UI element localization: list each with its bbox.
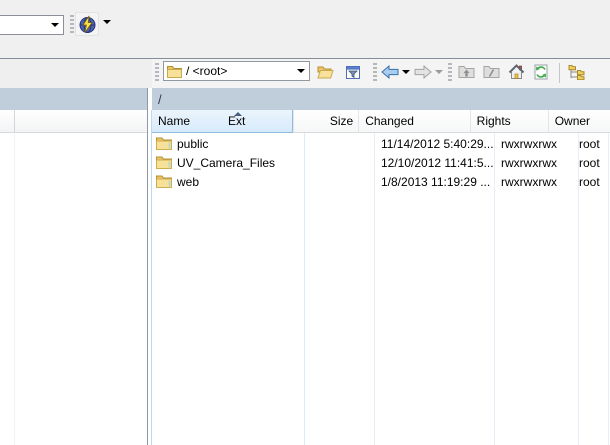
remote-toolbar: / <root> bbox=[152, 59, 610, 88]
remote-path-combo-value: / <root> bbox=[182, 64, 297, 78]
parent-directory-button[interactable] bbox=[455, 61, 477, 83]
parent-directory-icon bbox=[458, 65, 475, 79]
root-directory-button[interactable] bbox=[480, 61, 502, 83]
column-header-ext-label[interactable]: Ext bbox=[228, 114, 245, 128]
file-owner: root bbox=[579, 153, 610, 172]
file-changed: 1/8/2013 11:19:29 ... bbox=[381, 172, 493, 191]
file-changed: 12/10/2012 11:41:5... bbox=[381, 153, 493, 172]
column-header-name-label[interactable]: Name bbox=[152, 114, 190, 128]
home-directory-icon bbox=[508, 64, 525, 80]
column-gridline bbox=[14, 133, 15, 445]
file-row[interactable]: web 1/8/2013 11:19:29 ... rwxrwxrwx root bbox=[152, 172, 610, 191]
local-column-headers[interactable] bbox=[0, 110, 147, 133]
forward-history-dropdown-icon[interactable] bbox=[435, 70, 443, 74]
forward-arrow-icon bbox=[414, 65, 432, 79]
folder-icon bbox=[156, 172, 172, 191]
column-header-changed-label: Changed bbox=[359, 114, 414, 128]
open-directory-button[interactable] bbox=[314, 61, 336, 83]
column-header-name-ext[interactable]: Name Ext bbox=[152, 110, 293, 133]
column-header-owner-label: Owner bbox=[549, 114, 590, 128]
file-rights: rwxrwxrwx bbox=[501, 172, 577, 191]
transfer-settings-dropdown-icon[interactable] bbox=[103, 20, 111, 24]
column-header-changed[interactable]: Changed bbox=[358, 110, 469, 133]
chevron-down-icon[interactable] bbox=[51, 23, 59, 27]
file-owner: root bbox=[579, 172, 610, 191]
column-header-size[interactable]: Size bbox=[293, 110, 358, 133]
column-header-rights-label: Rights bbox=[471, 114, 511, 128]
file-name: UV_Camera_Files bbox=[177, 153, 302, 172]
refresh-button[interactable] bbox=[530, 61, 552, 83]
back-history-dropdown-icon[interactable] bbox=[402, 70, 410, 74]
open-folder-icon bbox=[317, 65, 334, 79]
file-changed: 11/14/2012 5:40:29... bbox=[381, 134, 493, 153]
session-combo-input[interactable] bbox=[0, 17, 51, 33]
remote-path-text: / bbox=[152, 92, 162, 107]
folder-icon bbox=[156, 134, 172, 153]
tree-view-icon bbox=[568, 64, 585, 80]
top-toolbar bbox=[0, 0, 610, 58]
toolbar-separator bbox=[559, 63, 560, 83]
toolbar-gripper[interactable] bbox=[448, 63, 452, 83]
toolbar-gripper[interactable] bbox=[373, 63, 377, 83]
home-directory-button[interactable] bbox=[505, 61, 527, 83]
forward-button[interactable] bbox=[412, 61, 434, 83]
local-path-bar[interactable] bbox=[0, 88, 147, 110]
filter-button[interactable] bbox=[342, 61, 364, 83]
file-row[interactable]: public 11/14/2012 5:40:29... rwxrwxrwx r… bbox=[152, 134, 610, 153]
toolbar-gripper[interactable] bbox=[155, 63, 159, 83]
file-name: web bbox=[177, 172, 302, 191]
file-size bbox=[304, 153, 370, 172]
sort-ascending-icon bbox=[234, 112, 242, 116]
column-divider[interactable] bbox=[14, 110, 15, 132]
file-rights: rwxrwxrwx bbox=[501, 153, 577, 172]
file-size bbox=[304, 134, 370, 153]
back-arrow-icon bbox=[381, 65, 399, 79]
column-header-rights[interactable]: Rights bbox=[470, 110, 548, 133]
toolbar-gripper[interactable] bbox=[70, 15, 74, 33]
remote-path-combo[interactable]: / <root> bbox=[163, 61, 310, 81]
remote-column-headers: Name Ext Size Changed Rights Owner bbox=[152, 110, 610, 133]
root-directory-icon bbox=[483, 65, 500, 79]
file-rights: rwxrwxrwx bbox=[501, 134, 577, 153]
column-header-size-label: Size bbox=[330, 114, 358, 128]
transfer-settings-button[interactable] bbox=[75, 12, 99, 36]
back-button[interactable] bbox=[379, 61, 401, 83]
session-combo[interactable] bbox=[0, 15, 64, 35]
folder-icon bbox=[156, 153, 172, 172]
file-row[interactable]: UV_Camera_Files 12/10/2012 11:41:5... rw… bbox=[152, 153, 610, 172]
column-header-owner[interactable]: Owner bbox=[548, 110, 610, 133]
file-owner: root bbox=[579, 134, 610, 153]
lightning-globe-icon bbox=[78, 15, 97, 34]
remote-file-list[interactable]: public 11/14/2012 5:40:29... rwxrwxrwx r… bbox=[152, 133, 610, 445]
folder-icon bbox=[167, 65, 182, 78]
directory-tree-button[interactable] bbox=[565, 61, 587, 83]
remote-path-bar[interactable]: / bbox=[152, 88, 610, 110]
chevron-down-icon[interactable] bbox=[297, 69, 305, 73]
filter-icon bbox=[345, 65, 361, 80]
local-file-list[interactable] bbox=[0, 133, 147, 445]
file-name: public bbox=[177, 134, 302, 153]
file-size bbox=[304, 172, 370, 191]
refresh-icon bbox=[533, 64, 549, 80]
